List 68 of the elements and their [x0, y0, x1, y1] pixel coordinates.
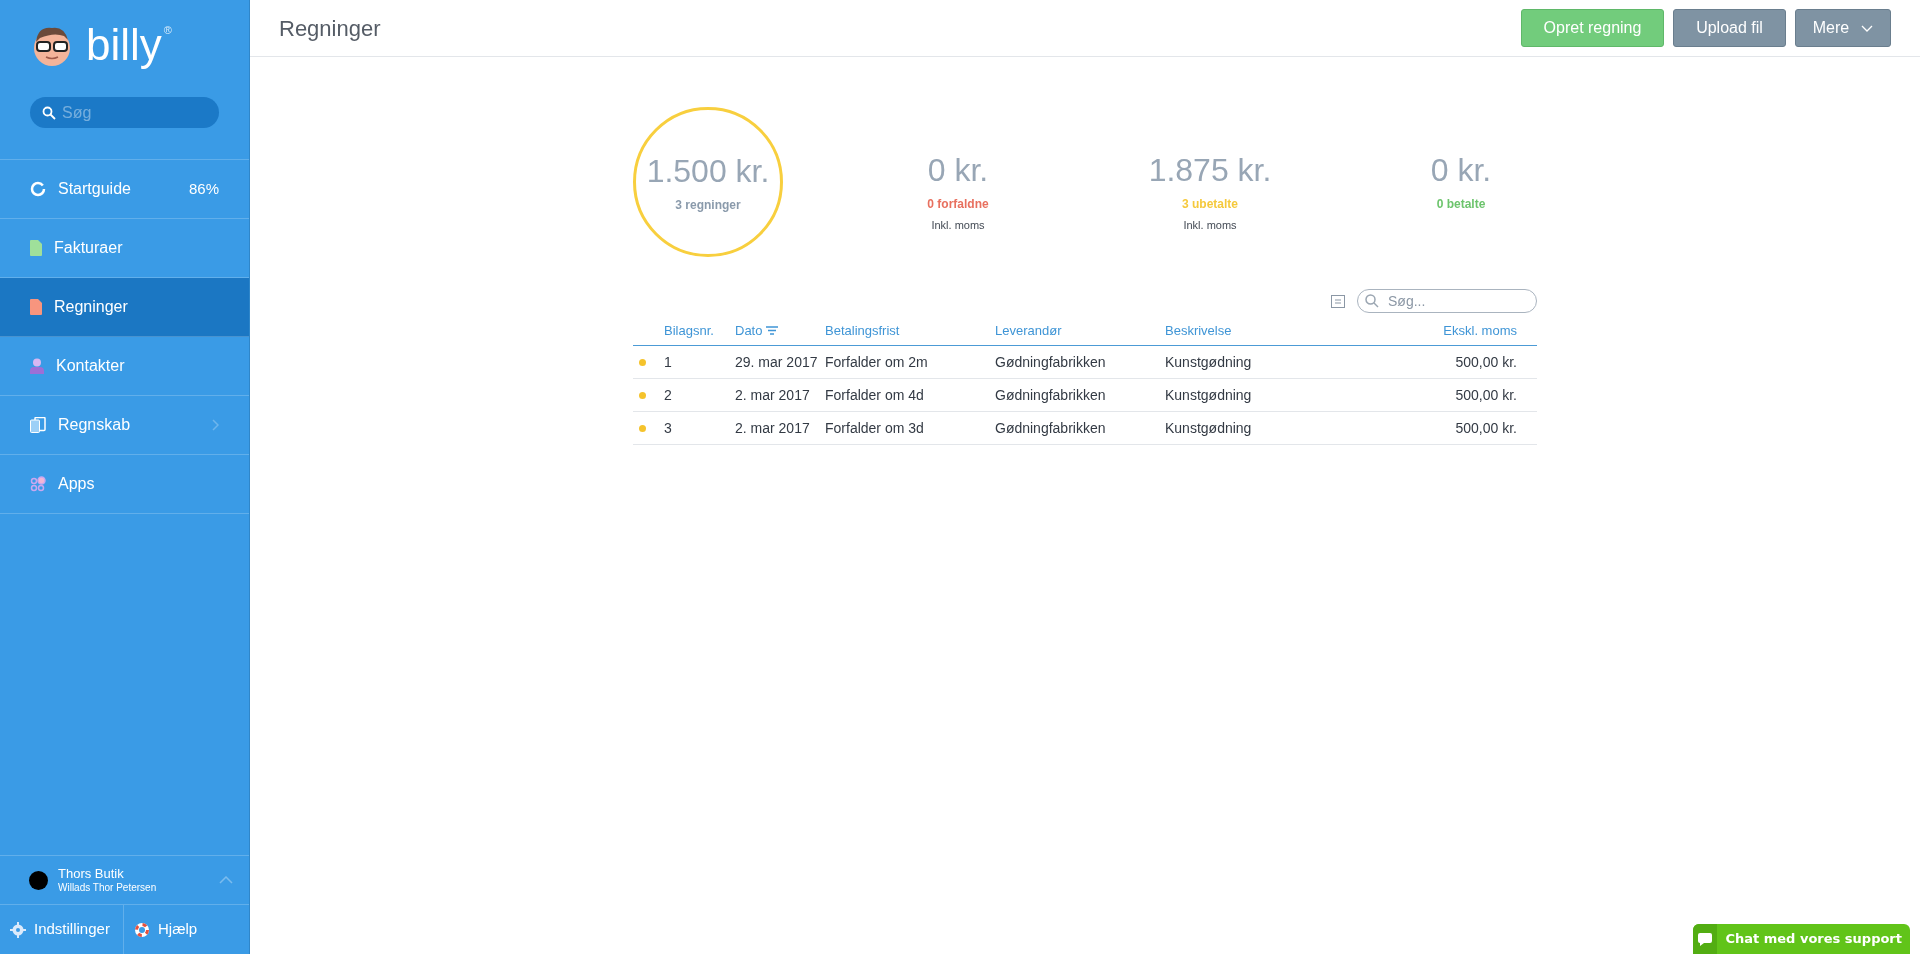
circles-icon [30, 476, 46, 492]
account-switcher[interactable]: Thors Butik Willads Thor Petersen [0, 855, 249, 904]
documents-icon [30, 417, 46, 433]
table-cell-text: 2. mar 2017 [735, 418, 811, 438]
create-bill-button[interactable]: Opret regning [1521, 9, 1664, 47]
table-cell-text: 2. mar 2017 [735, 385, 811, 405]
sidebar-item[interactable]: Regninger [0, 278, 249, 337]
table-cell-text: Gødningfabrikken [995, 385, 1107, 405]
column-header[interactable]: Bilagsnr. [664, 320, 735, 341]
vat-note: Inkl. moms [1183, 218, 1237, 233]
status-label: 3 regninger [675, 196, 741, 214]
upload-file-button[interactable]: Upload fil [1673, 9, 1786, 47]
table-cell-text: 1 [664, 352, 673, 372]
logo-wordmark: billy [86, 22, 162, 68]
table-cell-text: Forfalder om 2m [825, 352, 929, 372]
vat-note: Inkl. moms [931, 218, 985, 233]
company-name: Thors Butik [58, 865, 125, 882]
search-icon [1365, 294, 1379, 308]
table-cell-text: 500,00 kr. [1454, 352, 1518, 372]
column-header[interactable]: Dato [735, 320, 825, 341]
document-icon [30, 299, 42, 315]
settings-link[interactable]: Indstillinger [0, 905, 124, 954]
table-cell-text: Forfalder om 3d [825, 418, 925, 438]
status-label: 0 betalte [1436, 196, 1486, 213]
column-header[interactable]: Beskrivelse [1165, 320, 1335, 341]
amount-value: 0 kr. [1430, 151, 1492, 190]
help-link[interactable]: Hjælp [124, 905, 198, 954]
table-cell-text: Kunstgødning [1165, 352, 1253, 372]
user-name: Willads Thor Petersen [58, 881, 158, 895]
column-header[interactable]: Ekskl. moms [1335, 320, 1537, 341]
table-cell-text: Forfalder om 4d [825, 385, 925, 405]
progress-percentage: 86% [188, 178, 219, 199]
amount-value: 0 kr. [927, 151, 989, 190]
sort-icon [766, 326, 779, 335]
column-header[interactable]: Betalingsfrist [825, 320, 995, 341]
chat-support-button[interactable]: Chat med vores support [1693, 924, 1910, 954]
table-cell-text: Gødningfabrikken [995, 352, 1107, 372]
chevron-down-icon [1861, 24, 1874, 32]
table-cell-text: 500,00 kr. [1454, 385, 1518, 405]
amount-value: 1.875 kr. [1148, 151, 1272, 190]
sidebar-item[interactable]: Kontakter [0, 337, 249, 396]
column-header[interactable]: Leverandør [995, 320, 1165, 341]
progress-ring-icon [30, 181, 46, 197]
lifebuoy-icon [134, 921, 150, 938]
table-cell-text: Kunstgødning [1165, 385, 1253, 405]
table-cell-text: 3 [664, 418, 673, 438]
sidebar-item[interactable]: Regnskab [0, 396, 249, 455]
table-cell-text: 500,00 kr. [1454, 418, 1518, 438]
search-icon [42, 106, 56, 120]
account-avatar [29, 870, 48, 890]
amount-value: 1.500 kr. [646, 151, 770, 191]
page-title: Regninger [279, 14, 382, 43]
table-cell-text: Gødningfabrikken [995, 418, 1107, 438]
document-icon [30, 240, 42, 256]
table-cell-text: Kunstgødning [1165, 418, 1253, 438]
registered-mark: ® [163, 23, 172, 38]
sidebar-item[interactable]: Startguide 86% [0, 160, 249, 219]
chevron-up-icon [219, 876, 233, 884]
table-cell-text: 29. mar 2017 [735, 352, 819, 372]
more-dropdown-button[interactable]: Mere [1795, 9, 1891, 47]
person-icon [30, 358, 44, 374]
search-field[interactable]: Søg [30, 97, 219, 128]
speech-bubble-icon [1697, 931, 1714, 947]
sidebar-item[interactable]: Apps [0, 455, 249, 514]
table-search-field[interactable]: Søg... [1357, 289, 1537, 313]
status-label: 3 ubetalte [1182, 196, 1238, 213]
status-label: 0 forfaldne [927, 196, 989, 213]
table-cell-text: 2 [664, 385, 673, 405]
